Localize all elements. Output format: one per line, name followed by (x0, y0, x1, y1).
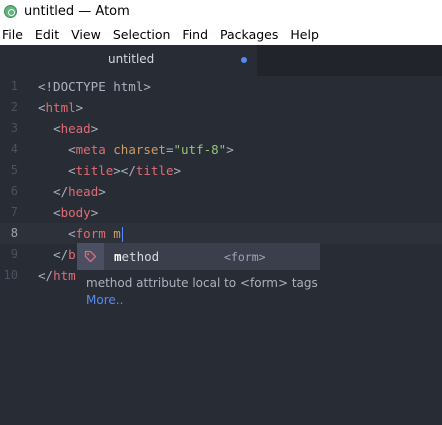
tag-name: body (60, 205, 91, 220)
bracket: </ (38, 268, 54, 283)
attribute-value: "utf-8" (173, 142, 227, 157)
code-line-6: </head> (38, 181, 106, 202)
code-line-9: </b (38, 244, 76, 265)
bracket: ></ (113, 163, 136, 178)
tag-name: meta (75, 142, 106, 157)
line-number: 10 (3, 268, 18, 282)
autocomplete-suggestion[interactable]: method <form> (77, 243, 320, 270)
code-line-8: <form m (38, 223, 124, 244)
bracket: < (38, 100, 46, 115)
line-number: 4 (10, 142, 18, 156)
tag-name: htm (53, 268, 76, 283)
typed-attribute-prefix: m (105, 226, 121, 241)
tag-name: title (135, 163, 174, 178)
code-line-1: <!DOCTYPE html> (38, 76, 151, 97)
menu-bar: File Edit View Selection Find Packages H… (0, 23, 442, 45)
menu-selection[interactable]: Selection (110, 27, 176, 42)
bracket: > (98, 184, 106, 199)
bracket: > (90, 121, 99, 136)
modified-indicator-icon[interactable] (241, 57, 247, 63)
menu-find[interactable]: Find (179, 27, 213, 42)
suggestion-context: <form> (224, 249, 266, 264)
bracket: > (75, 100, 84, 115)
code-line-10: </htm (38, 265, 76, 286)
bracket: < (68, 142, 76, 157)
menu-help[interactable]: Help (287, 27, 324, 42)
line-number: 6 (10, 184, 18, 198)
tab-untitled[interactable]: untitled (0, 45, 257, 76)
autocomplete-description: method attribute local to <form> tags Mo… (77, 270, 320, 310)
tag-name: form (75, 226, 106, 241)
bracket: < (53, 205, 61, 220)
tag-name: html (45, 100, 76, 115)
line-number: 7 (10, 205, 18, 219)
suggestion-text: method (114, 249, 224, 264)
code-line-2: <html> (38, 97, 83, 118)
menu-view[interactable]: View (68, 27, 106, 42)
bracket: < (68, 226, 76, 241)
tab-title: untitled (108, 52, 155, 66)
menu-file[interactable]: File (0, 27, 28, 42)
bracket: < (68, 163, 76, 178)
line-number-active: 8 (10, 226, 18, 240)
text-cursor (121, 227, 124, 242)
tab-bar: untitled (0, 45, 442, 76)
tag-name: head (68, 184, 99, 199)
code-line-4: <meta charset="utf-8"> (38, 139, 234, 160)
menu-edit[interactable]: Edit (32, 27, 64, 42)
more-link[interactable]: More.. (86, 293, 123, 307)
tag-name: b (68, 247, 76, 262)
bracket: < (53, 121, 61, 136)
menu-packages[interactable]: Packages (217, 27, 283, 42)
line-number: 1 (10, 79, 18, 93)
suggestion-rest: ethod (121, 249, 160, 264)
code-line-3: <head> (38, 118, 98, 139)
bracket: </ (53, 184, 69, 199)
code-line-5: <title></title> (38, 160, 181, 181)
code-line-7: <body> (38, 202, 98, 223)
line-number: 9 (10, 247, 18, 261)
line-number: 5 (10, 163, 18, 177)
attribute-name: charset (113, 142, 166, 157)
bracket: > (226, 142, 234, 157)
suggestion-match: m (114, 249, 122, 264)
window-title: untitled — Atom (24, 4, 130, 19)
doctype-text: <!DOCTYPE html> (38, 79, 151, 94)
bracket: > (90, 205, 99, 220)
bracket: > (173, 163, 182, 178)
equals-sign: = (165, 142, 174, 157)
tag-name: title (75, 163, 114, 178)
tag-icon (77, 243, 104, 270)
bracket: </ (53, 247, 69, 262)
description-text: method attribute local to <form> tags (86, 276, 318, 290)
line-number: 3 (10, 121, 18, 135)
line-number: 2 (10, 100, 18, 114)
title-bar: untitled — Atom (0, 0, 442, 23)
atom-app-icon (4, 5, 17, 18)
tag-name: head (60, 121, 91, 136)
